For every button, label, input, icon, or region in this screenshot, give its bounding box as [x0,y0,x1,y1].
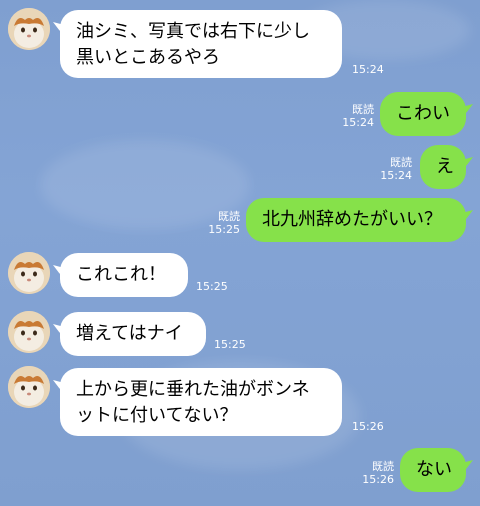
message-bubble-incoming[interactable]: これこれ！ [60,253,188,297]
message-bubble-outgoing[interactable]: 北九州辞めたがいい？ [246,198,466,242]
message-text: 北九州辞めたがいい？ [262,209,442,230]
cat-avatar-icon[interactable] [8,311,50,353]
message-meta: 既読 15:24 [338,103,374,129]
message-time: 15:25 [196,280,228,293]
message-bubble-incoming[interactable]: 油シミ、写真では右下に少し 黒いとこあるやろ [60,10,342,78]
cat-avatar-icon[interactable] [8,252,50,294]
message-bubble-outgoing[interactable]: ない [400,448,466,492]
message-meta: 既読 15:25 [204,210,240,236]
message-text: え [436,156,454,177]
cat-avatar-icon[interactable] [8,366,50,408]
message-text: これこれ！ [76,264,166,285]
read-receipt: 既読 [352,103,374,116]
message-text-line: 油シミ、写真では右下に少し [76,21,310,42]
message-text-line: 上から更に垂れた油がボンネ [76,379,310,400]
message-meta: 既読 15:24 [376,156,412,182]
message-text-line: 黒いとこあるやろ [76,47,220,68]
message-time: 15:25 [208,223,240,236]
read-receipt: 既読 [372,460,394,473]
message-text-line: ットに付いてない？ [76,405,238,426]
message-time: 15:26 [352,420,384,433]
message-time: 15:24 [380,169,412,182]
message-bubble-incoming[interactable]: 上から更に垂れた油がボンネ ットに付いてない？ [60,368,342,436]
message-text: 増えてはナイ [76,323,183,344]
message-time: 15:24 [352,63,384,76]
message-bubble-incoming[interactable]: 増えてはナイ [60,312,206,356]
message-bubble-outgoing[interactable]: こわい [380,92,466,136]
message-meta: 既読 15:26 [358,460,394,486]
message-time: 15:24 [342,116,374,129]
message-time: 15:26 [362,473,394,486]
message-text: こわい [396,103,450,124]
message-text: ない [416,459,452,480]
read-receipt: 既読 [218,210,240,223]
read-receipt: 既読 [390,156,412,169]
cat-avatar-icon[interactable] [8,8,50,50]
message-bubble-outgoing[interactable]: え [420,145,466,189]
message-time: 15:25 [214,338,246,351]
